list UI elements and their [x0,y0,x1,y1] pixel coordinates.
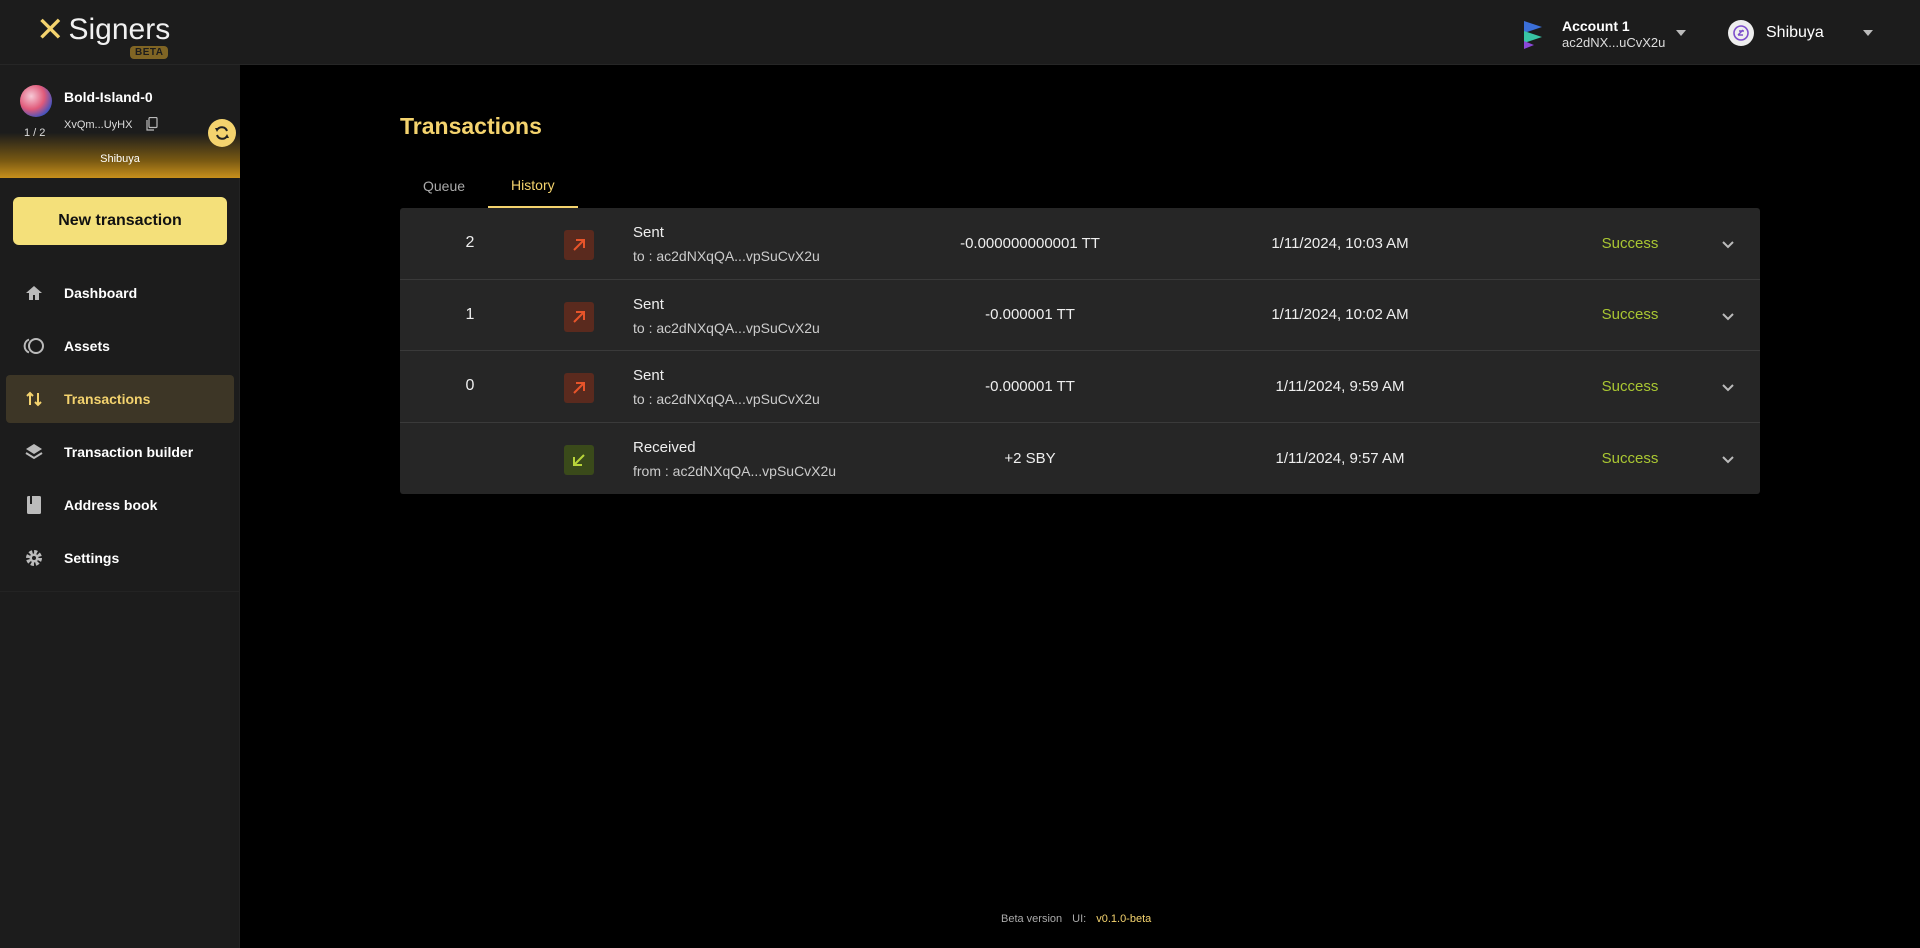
sidebar-item-label: Assets [64,338,110,354]
sidebar-item-transactions[interactable]: Transactions [6,375,234,423]
tx-nonce [400,423,540,495]
tab-history[interactable]: History [488,164,578,208]
tx-kind: Sent [633,367,664,384]
sent-arrow-icon [564,230,594,260]
coins-icon [23,335,45,357]
transactions-list: 2 Sent to : ac2dNXqQA...vpSuCvX2u -0.000… [400,208,1760,494]
table-row[interactable]: Received from : ac2dNXqQA...vpSuCvX2u +2… [400,423,1760,495]
sidebar-item-label: Dashboard [64,285,138,301]
tx-amount: -0.000001 TT [985,306,1075,324]
sidebar-item-label: Address book [64,497,158,513]
sidebar-item-dashboard[interactable]: Dashboard [6,269,234,317]
account-name: Account 1 [1562,18,1630,34]
network-selector[interactable]: Shibuya [1728,20,1824,46]
sent-arrow-icon [564,373,594,403]
tx-amount: -0.000001 TT [985,377,1075,395]
transaction-tabs: Queue History [400,164,578,208]
copy-icon[interactable] [146,117,158,131]
table-row[interactable]: 1 Sent to : ac2dNXqQA...vpSuCvX2u -0.000… [400,280,1760,351]
sidebar-nav: Dashboard Assets Transactions Transactio… [6,269,234,587]
tx-counterparty: to : ac2dNXqQA...vpSuCvX2u [633,248,820,264]
wallet-avatar [20,85,52,117]
home-icon [23,282,45,304]
tx-kind: Sent [633,295,664,313]
sidebar-item-address-book[interactable]: Address book [6,481,234,529]
tx-counterparty: to : ac2dNXqQA...vpSuCvX2u [633,391,820,407]
status-badge: Success [1601,449,1659,467]
sidebar-item-label: Transaction builder [64,444,194,460]
arrows-up-down-icon [23,388,45,410]
tx-amount: -0.000000000001 TT [960,234,1100,252]
account-selector[interactable]: Account 1 ac2dNX...uCvX2u [1520,14,1700,54]
book-icon [23,494,45,516]
wallet-name: Bold-Island-0 [64,89,153,105]
chevron-down-icon[interactable] [1720,451,1736,467]
tx-date: 1/11/2024, 9:59 AM [1275,377,1405,395]
sync-icon [215,126,229,140]
account-address: ac2dNX...uCvX2u [1562,35,1666,50]
account-logo-icon [1524,21,1542,49]
network-icon [1728,20,1754,46]
layers-icon [23,441,45,463]
app-logo[interactable]: ✕ Signers BETA [36,10,171,59]
chevron-down-icon[interactable] [1720,379,1736,395]
status-badge: Success [1601,234,1659,252]
footer-ui-version: v0.1.0-beta [1096,913,1152,925]
tx-kind: Received [633,438,696,456]
sent-arrow-icon [564,301,594,332]
wallet-card: 1 / 2 Bold-Island-0 XvQm...UyHX Shibuya [0,65,240,178]
tx-counterparty: to : ac2dNXqQA...vpSuCvX2u [633,319,820,336]
sidebar-item-label: Transactions [64,391,151,407]
tx-nonce: 0 [465,377,475,395]
chevron-down-icon[interactable] [1720,236,1736,252]
beta-badge: BETA [130,46,169,59]
footer-ui-label: UI: [1072,913,1087,925]
tx-date: 1/11/2024, 9:57 AM [1275,449,1405,467]
sidebar-item-label: Settings [64,550,120,566]
switch-wallet-button[interactable] [208,119,236,147]
wallet-address: XvQm...UyHX [64,119,133,131]
sidebar-item-transaction-builder[interactable]: Transaction builder [6,428,234,476]
network-name: Shibuya [1766,24,1824,41]
account-dropdown-icon[interactable] [1676,30,1686,36]
tx-date: 1/11/2024, 10:02 AM [1271,306,1409,324]
status-badge: Success [1601,377,1659,395]
footer: Beta version UI: v0.1.0-beta [1001,913,1151,925]
new-transaction-button[interactable]: New transaction [13,197,227,245]
table-row[interactable]: 0 Sent to : ac2dNXqQA...vpSuCvX2u -0.000… [400,351,1760,423]
tx-nonce: 2 [465,234,475,252]
wallet-network: Shibuya [100,153,140,165]
sidebar: 1 / 2 Bold-Island-0 XvQm...UyHX Shibuya … [0,65,240,948]
table-row[interactable]: 2 Sent to : ac2dNXqQA...vpSuCvX2u -0.000… [400,208,1760,280]
status-badge: Success [1601,306,1659,324]
signers-count: 1 / 2 [24,127,46,139]
footer-beta-label: Beta version [1001,913,1063,925]
tx-kind: Sent [633,224,664,241]
tx-date: 1/11/2024, 10:03 AM [1271,234,1409,252]
sidebar-item-assets[interactable]: Assets [6,322,234,370]
received-arrow-icon [564,444,594,475]
tx-counterparty: from : ac2dNXqQA...vpSuCvX2u [633,462,837,479]
top-bar: ✕ Signers BETA Account 1 ac2dNX...uCvX2u… [0,0,1920,65]
sidebar-item-settings[interactable]: Settings [6,534,234,582]
logo-text: Signers [68,13,171,46]
tx-amount: +2 SBY [1004,449,1056,467]
gear-icon [23,547,45,569]
chevron-down-icon[interactable] [1720,308,1736,324]
page-title: Transactions [400,113,542,139]
logo-x-mark: ✕ [36,10,65,50]
sidebar-divider [0,591,240,592]
tab-queue[interactable]: Queue [400,164,488,208]
tx-nonce: 1 [465,305,475,323]
network-dropdown-icon[interactable] [1863,30,1873,36]
